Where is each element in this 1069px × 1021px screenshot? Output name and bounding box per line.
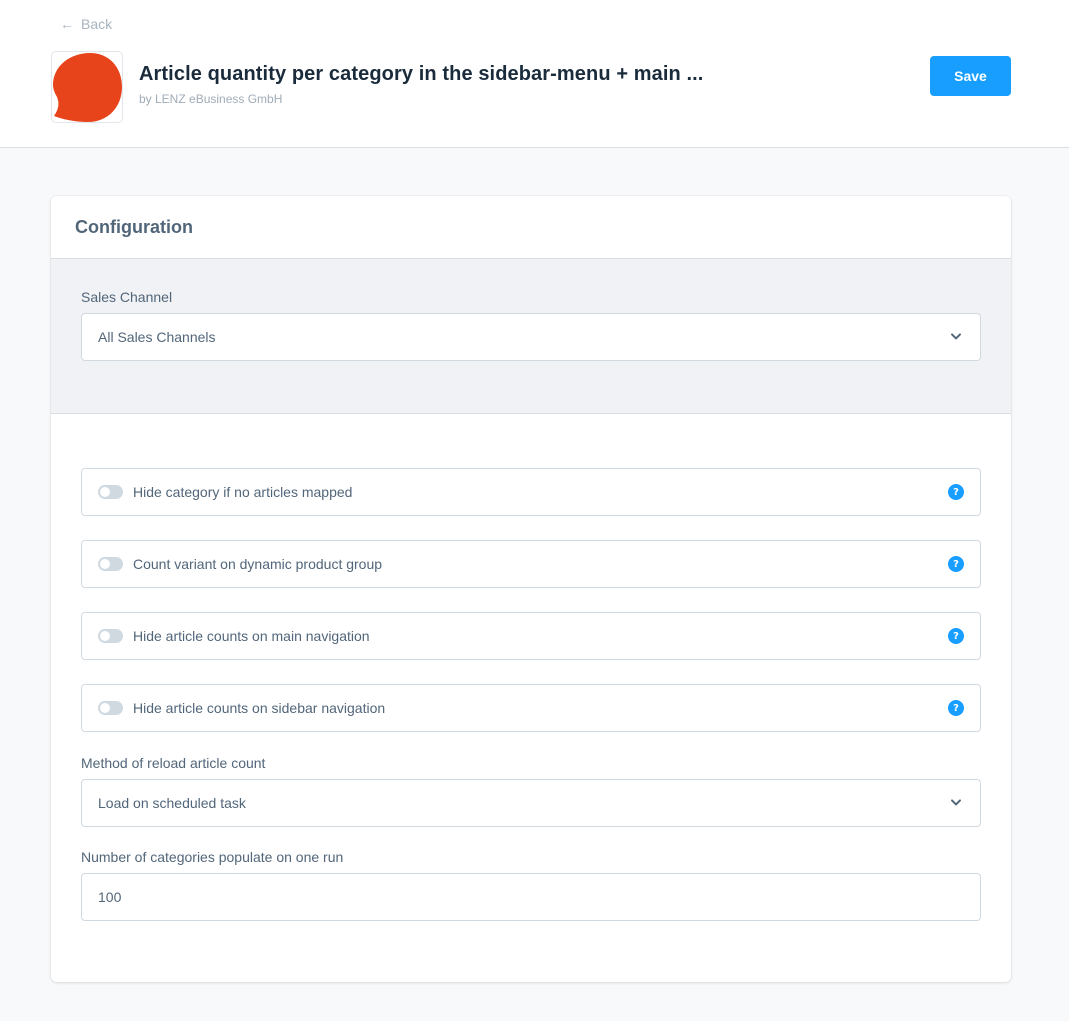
help-icon[interactable]: ? bbox=[948, 628, 964, 644]
toggle-label: Count variant on dynamic product group bbox=[133, 556, 383, 572]
sales-channel-section: Sales Channel All Sales Channels bbox=[51, 259, 1011, 414]
reload-method-label: Method of reload article count bbox=[81, 755, 266, 771]
toggle-row-hide-sidebar-nav: Hide article counts on sidebar navigatio… bbox=[81, 684, 981, 732]
reload-method-field: Load on scheduled task bbox=[81, 779, 981, 827]
reload-method-value: Load on scheduled task bbox=[98, 795, 246, 811]
categories-per-run-input[interactable] bbox=[81, 873, 981, 921]
back-label: Back bbox=[81, 16, 113, 32]
toggle-switch[interactable] bbox=[98, 629, 123, 643]
toggle-label: Hide article counts on main navigation bbox=[133, 628, 370, 644]
chevron-down-icon bbox=[951, 799, 961, 806]
top-header: ← Back Article quantity per category in … bbox=[0, 0, 1069, 148]
card-header: Configuration bbox=[51, 196, 1011, 259]
sales-channel-value: All Sales Channels bbox=[98, 329, 216, 345]
help-icon[interactable]: ? bbox=[948, 556, 964, 572]
categories-per-run-label: Number of categories populate on one run bbox=[81, 849, 344, 865]
sales-channel-label: Sales Channel bbox=[81, 289, 173, 305]
toggle-switch[interactable] bbox=[98, 557, 123, 571]
plugin-logo bbox=[51, 51, 123, 123]
toggle-switch[interactable] bbox=[98, 485, 123, 499]
back-link[interactable]: ← Back bbox=[60, 16, 112, 32]
toggle-label: Hide article counts on sidebar navigatio… bbox=[133, 700, 386, 716]
categories-per-run-field bbox=[81, 873, 981, 921]
configuration-card: Configuration Sales Channel All Sales Ch… bbox=[51, 196, 1011, 982]
reload-method-select[interactable]: Load on scheduled task bbox=[81, 779, 981, 827]
speech-bubble-logo-icon bbox=[53, 53, 122, 122]
card-title: Configuration bbox=[75, 216, 193, 237]
toggle-label: Hide category if no articles mapped bbox=[133, 484, 353, 500]
save-button[interactable]: Save bbox=[930, 56, 1011, 96]
plugin-title: Article quantity per category in the sid… bbox=[139, 63, 704, 85]
help-icon[interactable]: ? bbox=[948, 700, 964, 716]
arrow-left-icon: ← bbox=[60, 16, 74, 32]
toggle-row-hide-category: Hide category if no articles mapped ? bbox=[81, 468, 981, 516]
toggle-switch[interactable] bbox=[98, 701, 123, 715]
toggle-row-count-variant: Count variant on dynamic product group ? bbox=[81, 540, 981, 588]
plugin-author: by LENZ eBusiness GmbH bbox=[139, 92, 283, 106]
help-icon[interactable]: ? bbox=[948, 484, 964, 500]
chevron-down-icon bbox=[951, 333, 961, 340]
toggle-row-hide-main-nav: Hide article counts on main navigation ? bbox=[81, 612, 981, 660]
sales-channel-select[interactable]: All Sales Channels bbox=[81, 313, 981, 361]
